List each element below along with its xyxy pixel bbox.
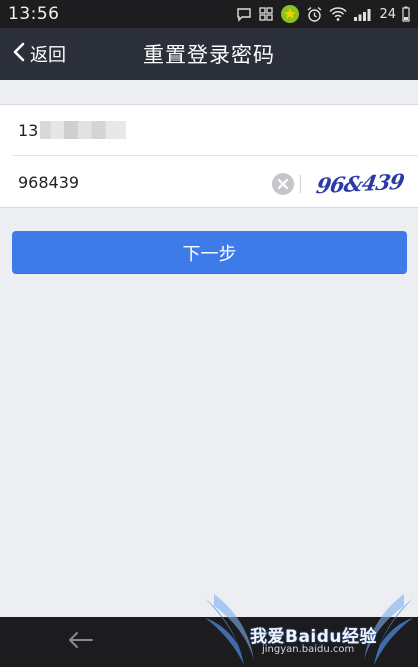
captcha-input[interactable] [12,173,252,192]
phone-row[interactable]: 13 [12,105,418,156]
nav-back-button[interactable] [64,629,96,655]
phone-field[interactable]: 13 [12,120,127,140]
app-grid-icon [258,6,274,22]
battery-level: 24 [379,6,396,22]
divider [300,175,301,193]
captcha-image[interactable]: 96&439 [315,165,406,201]
back-label: 返回 [30,45,66,66]
status-icons: 24 [236,4,410,24]
system-nav-bar [0,617,418,667]
clear-button[interactable] [272,173,294,195]
captcha-text: 96&439 [314,168,406,198]
close-icon [277,175,289,194]
header-bar: 返回 重置登录密码 [0,28,418,80]
phone-number-mask [40,121,127,139]
reset-password-screen: 13:56 24 返回 重置登录密码 13 968439 96&439 下一步 … [0,0,418,667]
chat-icon [236,6,252,22]
battery-icon [402,6,410,22]
status-time: 13:56 [8,4,60,24]
back-button[interactable]: 返回 [12,28,66,80]
wifi-icon [329,6,347,22]
security-app-icon [280,4,300,24]
form-card: 13 96&439 [0,104,418,208]
signal-icon [353,6,373,22]
phone-prefix: 13 [18,120,39,140]
arrow-left-icon [66,630,94,654]
next-step-button[interactable]: 下一步 [12,231,407,274]
alarm-icon [306,6,323,23]
chevron-left-icon [12,41,26,67]
status-bar: 13:56 24 [0,0,418,28]
